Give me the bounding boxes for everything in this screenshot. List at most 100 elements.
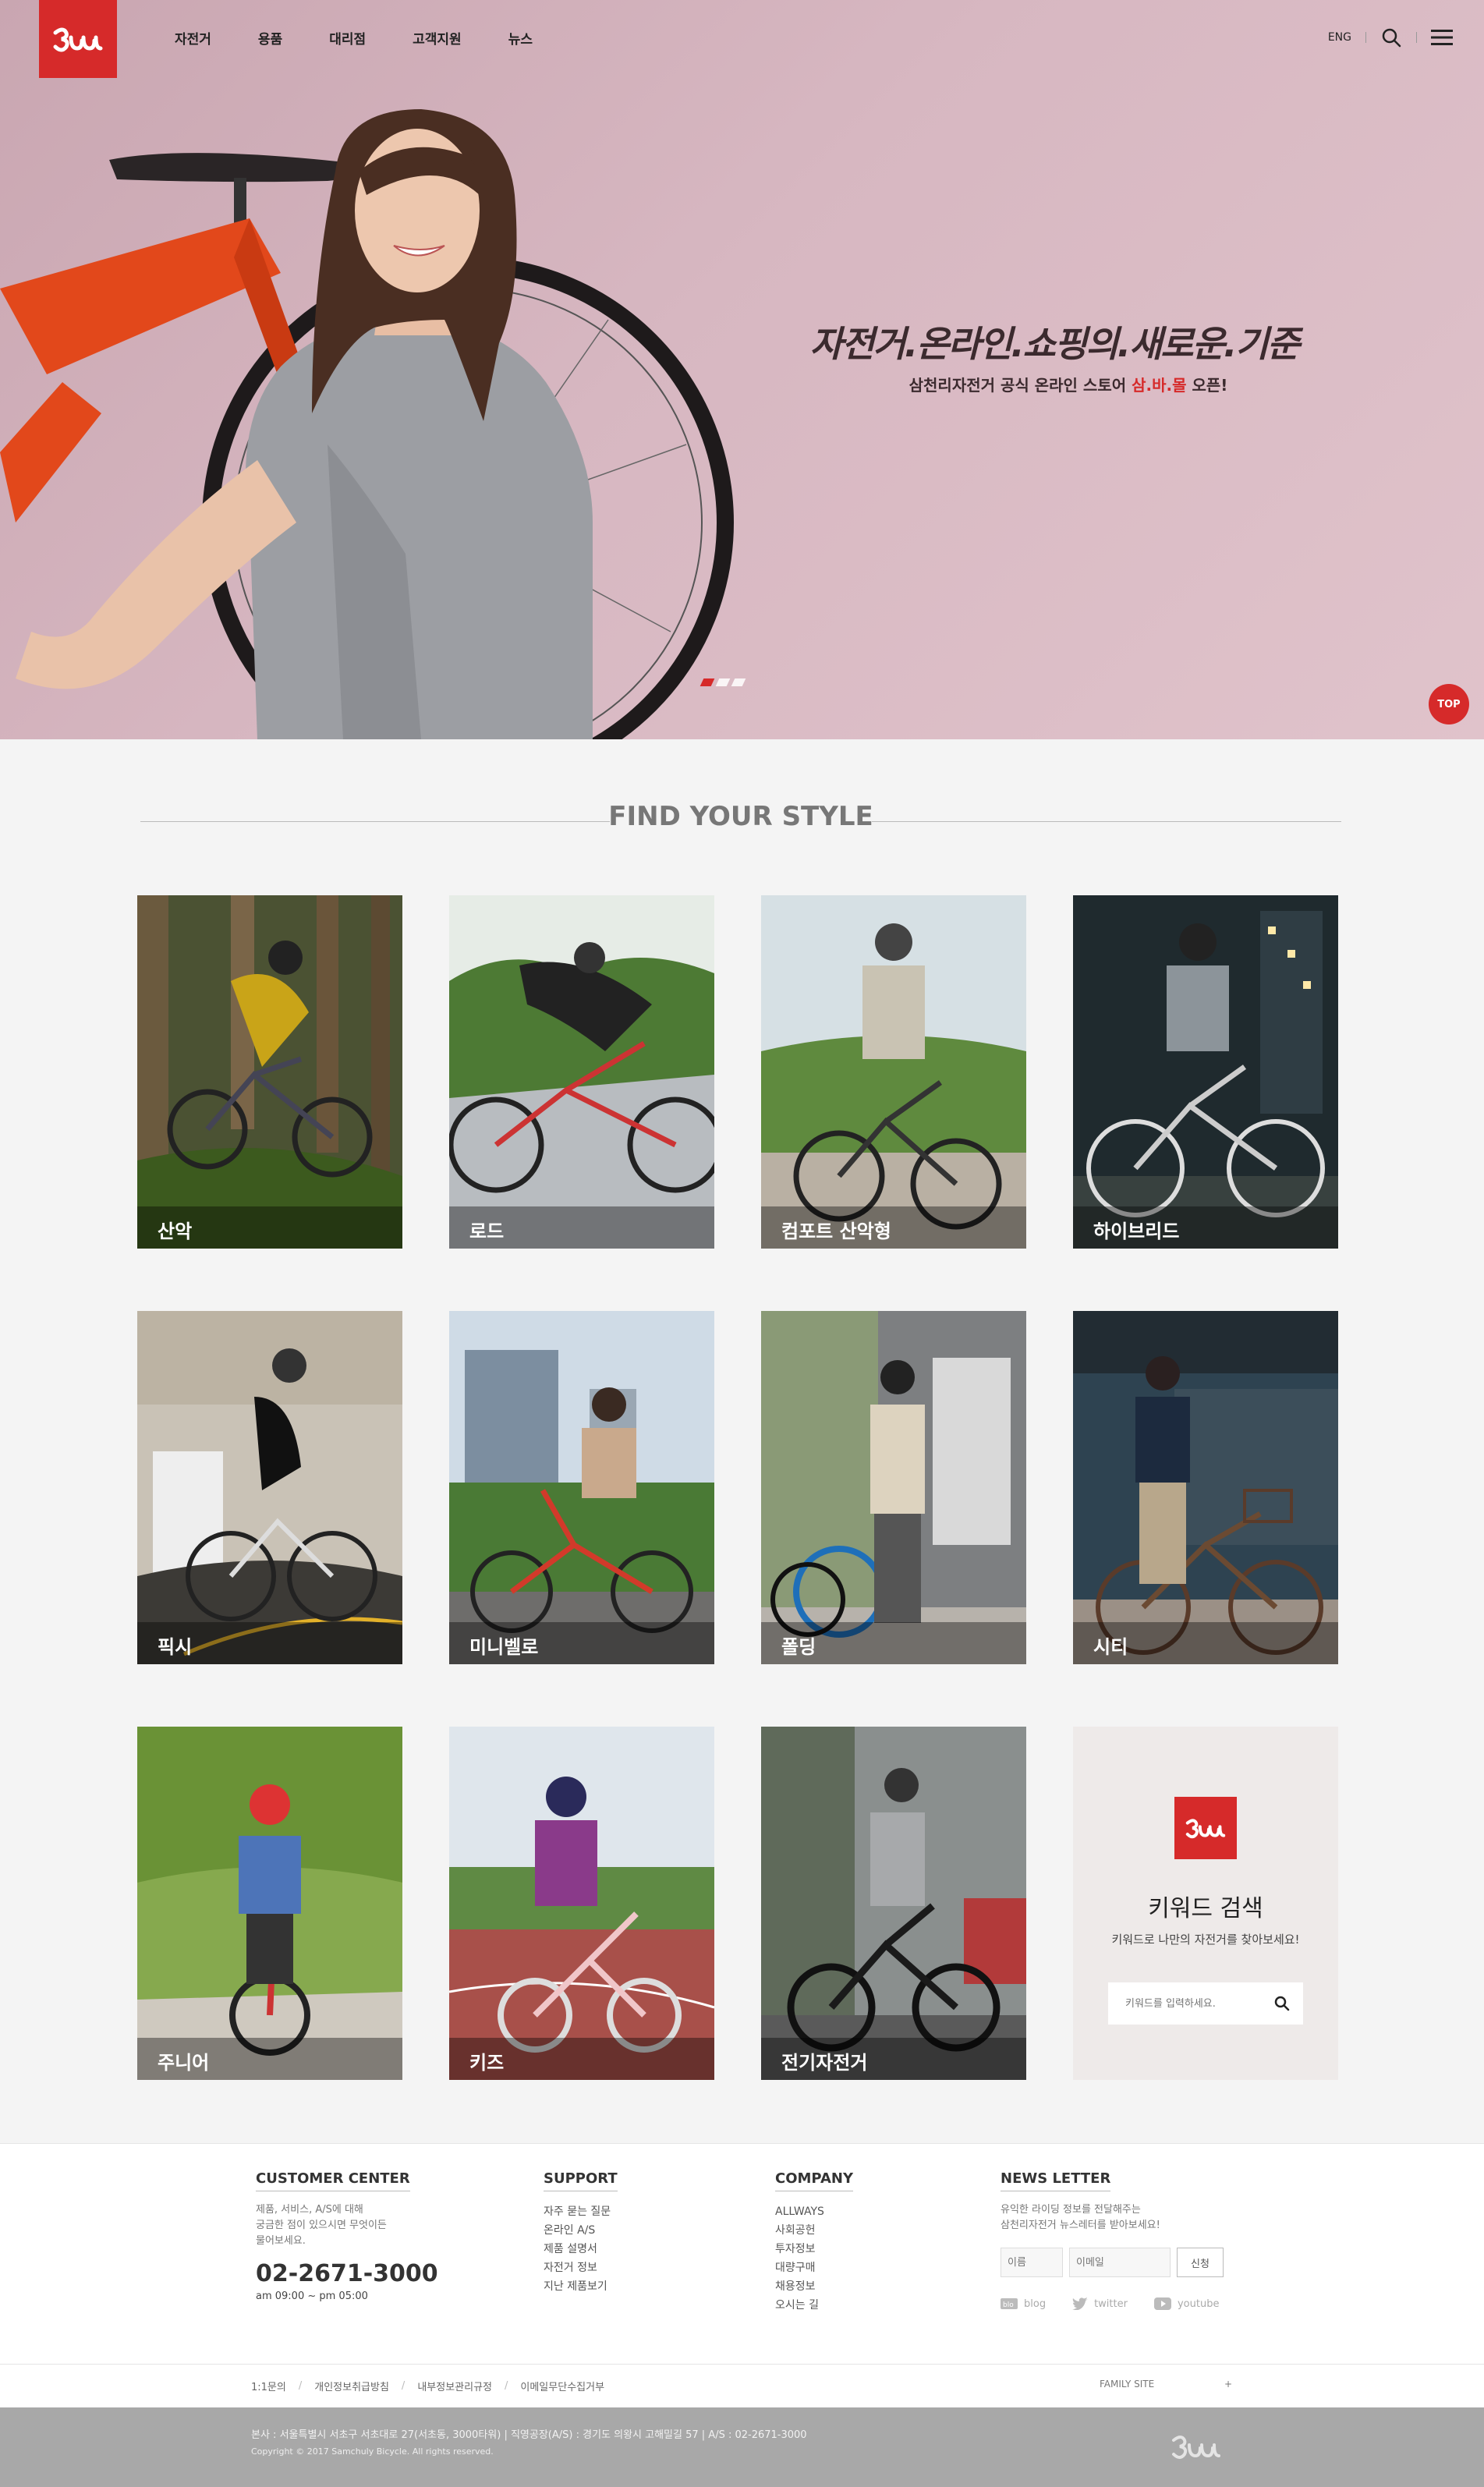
nav-item-support[interactable]: 고객지원 [413, 28, 462, 48]
hero-subtitle: 삼천리자전거 공식 온라인 스토어 삼.바.몰 오픈! [834, 373, 1302, 395]
style-card-kids[interactable]: 키즈 [449, 1727, 714, 2080]
style-card-comfort-mtb[interactable]: 컴포트 산악형 [761, 895, 1026, 1249]
style-card-label: 시티 [1073, 1622, 1338, 1664]
footer-newsletter: NEWS LETTER 유익한 라이딩 정보를 전달해주는 삼천리자전거 뉴스레… [1001, 2170, 1224, 2310]
brand-logo-mark [53, 27, 103, 52]
company-info-bar: 본사 : 서울특별시 서초구 서초대로 27(서초동, 3000타워) | 직영… [0, 2407, 1484, 2487]
svg-text:blo: blo [1003, 2301, 1014, 2309]
brand-logo-mark [1185, 1819, 1226, 1839]
keyword-search-desc: 키워드로 나만의 자전거를 찾아보세요! [1111, 1933, 1300, 1947]
footer-heading: SUPPORT [544, 2170, 618, 2191]
footer-heading: COMPANY [775, 2170, 853, 2191]
language-toggle[interactable]: ENG [1328, 31, 1351, 44]
junior-bike-image [137, 1727, 402, 2080]
footer-link-faq[interactable]: 자주 묻는 질문 [544, 2202, 618, 2221]
footer: CUSTOMER CENTER 제품, 서비스, A/S에 대해 궁금한 점이 … [0, 2143, 1484, 2364]
scroll-top-button[interactable]: TOP [1429, 684, 1469, 724]
slide-dot-2[interactable] [715, 678, 731, 686]
style-card-folding[interactable]: 폴딩 [761, 1311, 1026, 1664]
family-site-select[interactable]: FAMILY SITE + [1100, 2379, 1232, 2390]
footer-company: COMPANY ALLWAYS 사회공헌 투자정보 대량구매 채용정보 오시는 … [775, 2170, 853, 2315]
footer-text: 유익한 라이딩 정보를 전달해주는 [1001, 2204, 1141, 2216]
brand-logo[interactable] [39, 0, 117, 78]
style-card-label: 픽시 [137, 1622, 402, 1664]
section-title: FIND YOUR STYLE [608, 801, 873, 832]
folding-bike-image [761, 1311, 1026, 1664]
footer-link-online-as[interactable]: 온라인 A/S [544, 2221, 618, 2240]
footer-link-bike-info[interactable]: 자전거 정보 [544, 2258, 618, 2277]
style-card-mountain[interactable]: 산악 [137, 895, 402, 1249]
keyword-search-title: 키워드 검색 [1148, 1895, 1263, 1922]
footer-link-past-products[interactable]: 지난 제품보기 [544, 2277, 618, 2296]
newsletter-email-input[interactable] [1069, 2248, 1171, 2277]
style-card-ebike[interactable]: 전기자전거 [761, 1727, 1026, 2080]
main-nav: 자전거 용품 대리점 고객지원 뉴스 [175, 28, 579, 48]
divider: / [298, 2380, 303, 2392]
nav-item-news[interactable]: 뉴스 [508, 28, 533, 48]
hamburger-menu-icon[interactable] [1431, 27, 1453, 48]
search-icon[interactable] [1380, 27, 1402, 48]
style-card-hybrid[interactable]: 하이브리드 [1073, 895, 1338, 1249]
footer-link-bulk[interactable]: 대량구매 [775, 2258, 853, 2277]
footer-text: 궁금한 점이 있으시면 무엇이든 [256, 2220, 387, 2231]
keyword-search-input[interactable] [1108, 1982, 1261, 2025]
fixie-bike-image [137, 1311, 402, 1664]
family-site-label: FAMILY SITE [1100, 2379, 1155, 2390]
company-address: 본사 : 서울특별시 서초구 서초대로 27(서초동, 3000타워) | 직영… [251, 2429, 807, 2441]
style-card-fixie[interactable]: 픽시 [137, 1311, 402, 1664]
style-card-label: 폴딩 [761, 1622, 1026, 1664]
style-card-label: 하이브리드 [1073, 1206, 1338, 1249]
style-card-road[interactable]: 로드 [449, 895, 714, 1249]
keyword-search-box [1108, 1982, 1303, 2025]
legal-link-privacy[interactable]: 개인정보취급방침 [314, 2379, 389, 2393]
legal-link-internal-info[interactable]: 내부정보관리규정 [417, 2379, 492, 2393]
legal-links: 1:1문의 / 개인정보취급방침 / 내부정보관리규정 / 이메일무단수집거부 [251, 2379, 604, 2393]
newsletter-name-input[interactable] [1001, 2248, 1063, 2277]
footer-link-ir[interactable]: 투자정보 [775, 2240, 853, 2258]
hero-subtitle-suffix: 오픈! [1186, 376, 1228, 395]
footer-link-manual[interactable]: 제품 설명서 [544, 2240, 618, 2258]
social-label: blog [1024, 2297, 1047, 2310]
style-card-city[interactable]: 시티 [1073, 1311, 1338, 1664]
header-utilities: ENG [1328, 27, 1453, 48]
legal-link-inquiry[interactable]: 1:1문의 [251, 2379, 286, 2393]
minivelo-bike-image [449, 1311, 714, 1664]
brand-logo-footer [1172, 2436, 1220, 2459]
social-label: twitter [1094, 2297, 1128, 2310]
legal-link-email-refusal[interactable]: 이메일무단수집거부 [520, 2379, 604, 2393]
comfort-mtb-image [761, 895, 1026, 1249]
social-youtube[interactable]: youtube [1153, 2297, 1219, 2310]
divider: / [401, 2380, 406, 2392]
footer-link-allways[interactable]: ALLWAYS [775, 2202, 853, 2221]
hero-headline: 자전거.온라인.쇼핑의.새로운.기준 [809, 323, 1300, 365]
footer-link-careers[interactable]: 채용정보 [775, 2277, 853, 2296]
social-twitter[interactable]: twitter [1072, 2297, 1128, 2310]
hybrid-bike-image [1073, 895, 1338, 1249]
divider: / [505, 2380, 508, 2392]
slide-dot-1[interactable] [699, 678, 715, 686]
footer-text: 제품, 서비스, A/S에 대해 [256, 2204, 363, 2216]
social-blog[interactable]: blo blog [1001, 2297, 1046, 2310]
business-hours: am 09:00 ~ pm 05:00 [256, 2290, 368, 2302]
nav-item-bicycle[interactable]: 자전거 [175, 28, 211, 48]
slide-dot-3[interactable] [731, 678, 746, 686]
style-card-junior[interactable]: 주니어 [137, 1727, 402, 2080]
style-card-label: 컴포트 산악형 [761, 1206, 1026, 1249]
nav-item-accessories[interactable]: 용품 [258, 28, 282, 48]
style-card-label: 전기자전거 [761, 2038, 1026, 2080]
nav-item-dealers[interactable]: 대리점 [329, 28, 366, 48]
plus-icon: + [1224, 2379, 1232, 2390]
road-bike-image [449, 895, 714, 1249]
footer-link-csr[interactable]: 사회공헌 [775, 2221, 853, 2240]
style-card-minivelo[interactable]: 미니벨로 [449, 1311, 714, 1664]
hero-banner: 자전거 용품 대리점 고객지원 뉴스 ENG 자전거.온라인.쇼핑의.새로운.기… [0, 0, 1484, 739]
divider [1416, 32, 1417, 43]
footer-text: 삼천리자전거 뉴스레터를 받아보세요! [1001, 2220, 1160, 2231]
copyright: Copyright © 2017 Samchuly Bicycle. All r… [251, 2446, 494, 2457]
footer-support: SUPPORT 자주 묻는 질문 온라인 A/S 제품 설명서 자전거 정보 지… [544, 2170, 618, 2296]
slider-pagination [699, 678, 746, 686]
search-icon[interactable] [1261, 1982, 1303, 2025]
footer-link-directions[interactable]: 오시는 길 [775, 2296, 853, 2315]
ebike-image [761, 1727, 1026, 2080]
newsletter-submit-button[interactable]: 신청 [1177, 2248, 1224, 2277]
